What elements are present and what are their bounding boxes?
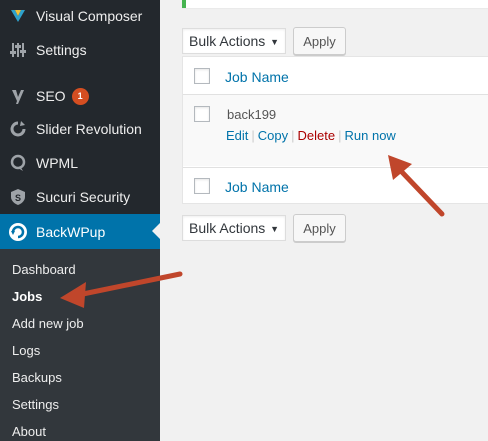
submenu-item-logs[interactable]: Logs <box>12 343 40 358</box>
sidebar-item-label: BackWPup <box>36 223 106 240</box>
sidebar-item-seo[interactable]: SEO 1 <box>0 79 160 113</box>
submenu-item-backups[interactable]: Backups <box>12 370 62 385</box>
apply-button-top[interactable]: Apply <box>293 27 346 55</box>
submenu-item-dashboard[interactable]: Dashboard <box>12 262 76 277</box>
submenu-item-jobs[interactable]: Jobs <box>12 289 42 304</box>
main-content: Bulk Actions ▼ Apply Job Name back199 Ed… <box>160 0 488 441</box>
refresh-icon <box>8 119 28 139</box>
job-name-column-header[interactable]: Job Name <box>225 69 289 85</box>
table-row: back199 Edit | Copy | Delete | Run now <box>183 95 488 166</box>
separator: | <box>251 128 255 143</box>
row-checkbox[interactable] <box>194 106 210 122</box>
backwpup-icon <box>8 222 28 242</box>
backwpup-submenu: Dashboard Jobs Add new job Logs Backups … <box>0 249 160 441</box>
bulk-actions-value: Bulk Actions <box>189 220 266 236</box>
sidebar-item-slider-revolution[interactable]: Slider Revolution <box>0 112 160 146</box>
sidebar-item-settings[interactable]: Settings <box>0 33 160 67</box>
dropdown-arrow-icon: ▼ <box>270 37 279 47</box>
bulk-actions-value: Bulk Actions <box>189 33 266 49</box>
success-notice <box>182 0 488 8</box>
submenu-item-add-new-job[interactable]: Add new job <box>12 316 84 331</box>
submenu-item-settings[interactable]: Settings <box>12 397 59 412</box>
select-all-checkbox-footer[interactable] <box>194 178 210 194</box>
table-footer-row: Job Name <box>183 167 488 204</box>
row-actions: Edit | Copy | Delete | Run now <box>226 128 396 143</box>
dropdown-arrow-icon: ▼ <box>270 224 279 234</box>
bulk-actions-select-bottom[interactable]: Bulk Actions ▼ <box>182 215 286 241</box>
copy-link[interactable]: Copy <box>258 128 288 143</box>
admin-sidebar: Visual Composer Settings SEO 1 Slider Re… <box>0 0 160 441</box>
separator: | <box>338 128 342 143</box>
shield-icon: S <box>8 187 28 207</box>
settings-sliders-icon <box>8 40 28 60</box>
jobs-table: Job Name back199 Edit | Copy | Delete | Run no… <box>182 56 488 204</box>
select-all-checkbox[interactable] <box>194 68 210 84</box>
edit-link[interactable]: Edit <box>226 128 248 143</box>
sidebar-item-label: WPML <box>36 155 78 171</box>
submenu-item-about[interactable]: About <box>12 424 46 439</box>
sidebar-item-label: Sucuri Security <box>36 189 131 205</box>
sidebar-item-label: Settings <box>36 42 87 58</box>
separator: | <box>291 128 295 143</box>
run-now-link[interactable]: Run now <box>345 128 396 143</box>
sidebar-item-label: Visual Composer <box>36 8 143 24</box>
sidebar-item-label: Slider Revolution <box>36 121 142 137</box>
update-count-badge: 1 <box>71 87 89 105</box>
job-name: back199 <box>227 107 277 122</box>
apply-button-bottom[interactable]: Apply <box>293 214 346 242</box>
bulk-actions-select-top[interactable]: Bulk Actions ▼ <box>182 28 286 54</box>
sidebar-item-wpml[interactable]: WPML <box>0 146 160 180</box>
table-header-row: Job Name <box>183 57 488 95</box>
sidebar-item-backwpup[interactable]: BackWPup <box>0 214 160 249</box>
delete-link[interactable]: Delete <box>298 128 336 143</box>
job-name-column-footer[interactable]: Job Name <box>225 179 289 195</box>
wpml-icon <box>8 153 28 173</box>
svg-text:S: S <box>15 193 21 203</box>
sidebar-item-label: SEO <box>36 88 66 104</box>
yoast-seo-icon <box>8 86 28 106</box>
sidebar-item-sucuri-security[interactable]: S Sucuri Security <box>0 180 160 214</box>
visual-composer-icon <box>8 6 28 26</box>
sidebar-item-visual-composer[interactable]: Visual Composer <box>0 0 160 32</box>
